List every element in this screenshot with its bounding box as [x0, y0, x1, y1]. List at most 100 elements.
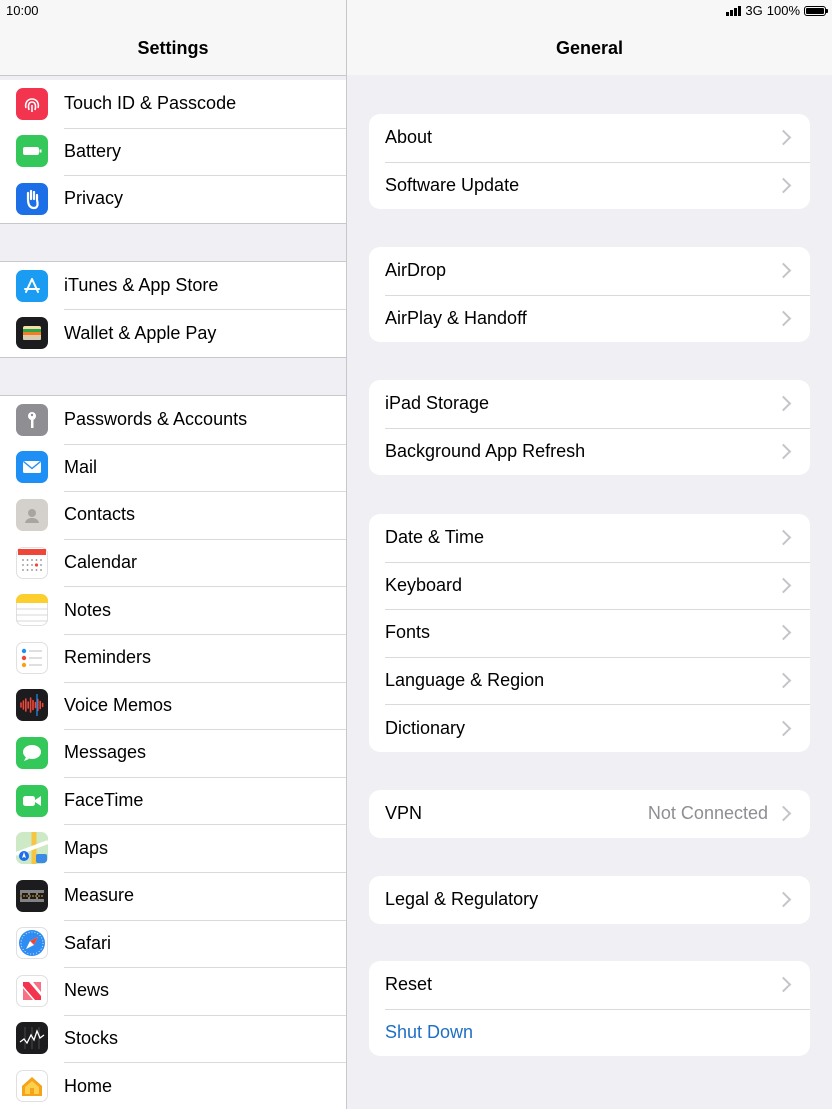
sidebar-item-passwords-and-accounts[interactable]: Passwords & Accounts: [0, 396, 346, 444]
sidebar-title: Settings: [137, 38, 209, 58]
sidebar-item-notes[interactable]: Notes: [0, 586, 346, 634]
general-pane: General About Software Update AirDrop AirPl…: [347, 0, 832, 1109]
chevron-right-icon: [775, 720, 792, 736]
sidebar-item-label: iTunes & App Store: [64, 275, 219, 296]
row-label: Dictionary: [385, 717, 466, 738]
voice-memos-icon: [16, 689, 48, 722]
app-store-icon: [16, 269, 48, 302]
sidebar-item-itunes-and-app-store[interactable]: iTunes & App Store: [0, 262, 346, 310]
wallet-icon: [16, 317, 48, 350]
sidebar-item-messages[interactable]: Messages: [0, 729, 346, 777]
row-airdrop[interactable]: AirDrop: [369, 247, 810, 295]
chevron-right-icon: [775, 177, 792, 194]
row-background-app-refresh[interactable]: Background App Refresh: [369, 427, 810, 476]
row-label: AirDrop: [385, 260, 447, 281]
hand-icon: [16, 182, 48, 215]
sidebar-item-label: Stocks: [64, 1027, 119, 1048]
sidebar-item-label: Safari: [64, 932, 112, 953]
detail-title: General: [555, 38, 624, 58]
chevron-right-icon: [775, 892, 792, 908]
sidebar-list: Touch ID & Passcode Battery Privacy iTunes …: [0, 80, 346, 1109]
sidebar-item-measure[interactable]: Measure: [0, 871, 346, 920]
sidebar-item-label: Messages: [64, 742, 147, 763]
sidebar-item-label: FaceTime: [64, 790, 144, 811]
sidebar-item-voice-memos[interactable]: Voice Memos: [0, 681, 346, 730]
sidebar-item-label: Passwords & Accounts: [64, 409, 248, 430]
status-time: 10:00: [6, 3, 39, 18]
row-airplay-and-handoff[interactable]: AirPlay & Handoff: [369, 294, 810, 343]
row-fonts[interactable]: Fonts: [369, 609, 810, 657]
settings-group: Legal & Regulatory: [369, 876, 810, 924]
chevron-right-icon: [775, 130, 792, 146]
sidebar-item-news[interactable]: News: [0, 967, 346, 1015]
battery-icon: [16, 135, 48, 168]
sidebar-item-label: Mail: [64, 456, 98, 477]
chevron-right-icon: [775, 672, 792, 689]
row-label: VPN: [385, 803, 423, 824]
row-language-and-region[interactable]: Language & Region: [369, 656, 810, 705]
sidebar-item-label: Calendar: [64, 552, 138, 573]
sidebar-item-facetime[interactable]: FaceTime: [0, 776, 346, 825]
sidebar-item-mail[interactable]: Mail: [0, 443, 346, 492]
row-legal-and-regulatory[interactable]: Legal & Regulatory: [369, 876, 810, 924]
chevron-right-icon: [775, 577, 792, 594]
row-vpn[interactable]: VPN Not Connected: [369, 790, 810, 838]
settings-group: About Software Update: [369, 114, 810, 210]
row-label: Background App Refresh: [385, 440, 586, 461]
chevron-right-icon: [775, 977, 792, 993]
sidebar-item-label: Reminders: [64, 647, 152, 668]
settings-group: VPN Not Connected: [369, 790, 810, 838]
sidebar-item-label: Touch ID & Passcode: [64, 93, 237, 114]
home-icon: [16, 1070, 48, 1103]
row-label: Reset: [385, 974, 433, 995]
status-right: 3G 100%: [726, 3, 828, 18]
network-label: 3G: [745, 3, 763, 18]
sidebar-item-privacy[interactable]: Privacy: [0, 175, 346, 223]
row-software-update[interactable]: Software Update: [369, 161, 810, 210]
row-date-and-time[interactable]: Date & Time: [369, 514, 810, 562]
key-icon: [16, 403, 48, 436]
sidebar-item-reminders[interactable]: Reminders: [0, 633, 346, 682]
row-ipad-storage[interactable]: iPad Storage: [369, 380, 810, 428]
sidebar-item-wallet-and-apple-pay[interactable]: Wallet & Apple Pay: [0, 309, 346, 357]
settings-sidebar: Settings Touch ID & Passcode Battery Priva…: [0, 0, 347, 1109]
settings-group: AirDrop AirPlay & Handoff: [369, 247, 810, 343]
maps-icon: [16, 832, 48, 865]
sidebar-item-label: Home: [64, 1075, 113, 1096]
sidebar-item-touch-id-and-passcode[interactable]: Touch ID & Passcode: [0, 80, 346, 128]
stocks-icon: [16, 1022, 48, 1055]
row-shut-down[interactable]: Shut Down: [369, 1008, 810, 1057]
row-label: Fonts: [385, 622, 431, 643]
row-label: About: [385, 127, 433, 148]
sidebar-item-home[interactable]: Home: [0, 1062, 346, 1109]
facetime-icon: [16, 784, 48, 817]
chevron-right-icon: [775, 530, 792, 546]
sidebar-item-contacts[interactable]: Contacts: [0, 491, 346, 539]
row-about[interactable]: About: [369, 114, 810, 162]
row-keyboard[interactable]: Keyboard: [369, 561, 810, 610]
sidebar-item-label: Measure: [64, 885, 135, 906]
sidebar-group-spacer: [0, 224, 346, 261]
row-label: Software Update: [385, 174, 520, 195]
row-label: Shut Down: [385, 1021, 474, 1042]
row-label: Language & Region: [385, 670, 545, 691]
sidebar-item-label: Voice Memos: [64, 694, 173, 715]
sidebar-item-stocks[interactable]: Stocks: [0, 1014, 346, 1063]
signal-icon: [726, 5, 742, 16]
row-label: Keyboard: [385, 574, 463, 595]
sidebar-item-safari[interactable]: Safari: [0, 919, 346, 968]
sidebar-item-label: Contacts: [64, 504, 136, 525]
battery-percent: 100%: [766, 3, 800, 18]
safari-icon: [16, 927, 48, 960]
sidebar-item-label: News: [64, 980, 110, 1001]
row-reset[interactable]: Reset: [369, 961, 810, 1009]
fingerprint-icon: [16, 87, 48, 120]
news-icon: [16, 974, 48, 1007]
chevron-right-icon: [775, 396, 792, 412]
row-dictionary[interactable]: Dictionary: [369, 704, 810, 752]
sidebar-item-maps[interactable]: Maps: [0, 824, 346, 872]
calendar-icon: [16, 546, 48, 579]
sidebar-item-calendar[interactable]: Calendar: [0, 538, 346, 587]
reminders-icon: [16, 641, 48, 674]
sidebar-item-battery[interactable]: Battery: [0, 127, 346, 176]
